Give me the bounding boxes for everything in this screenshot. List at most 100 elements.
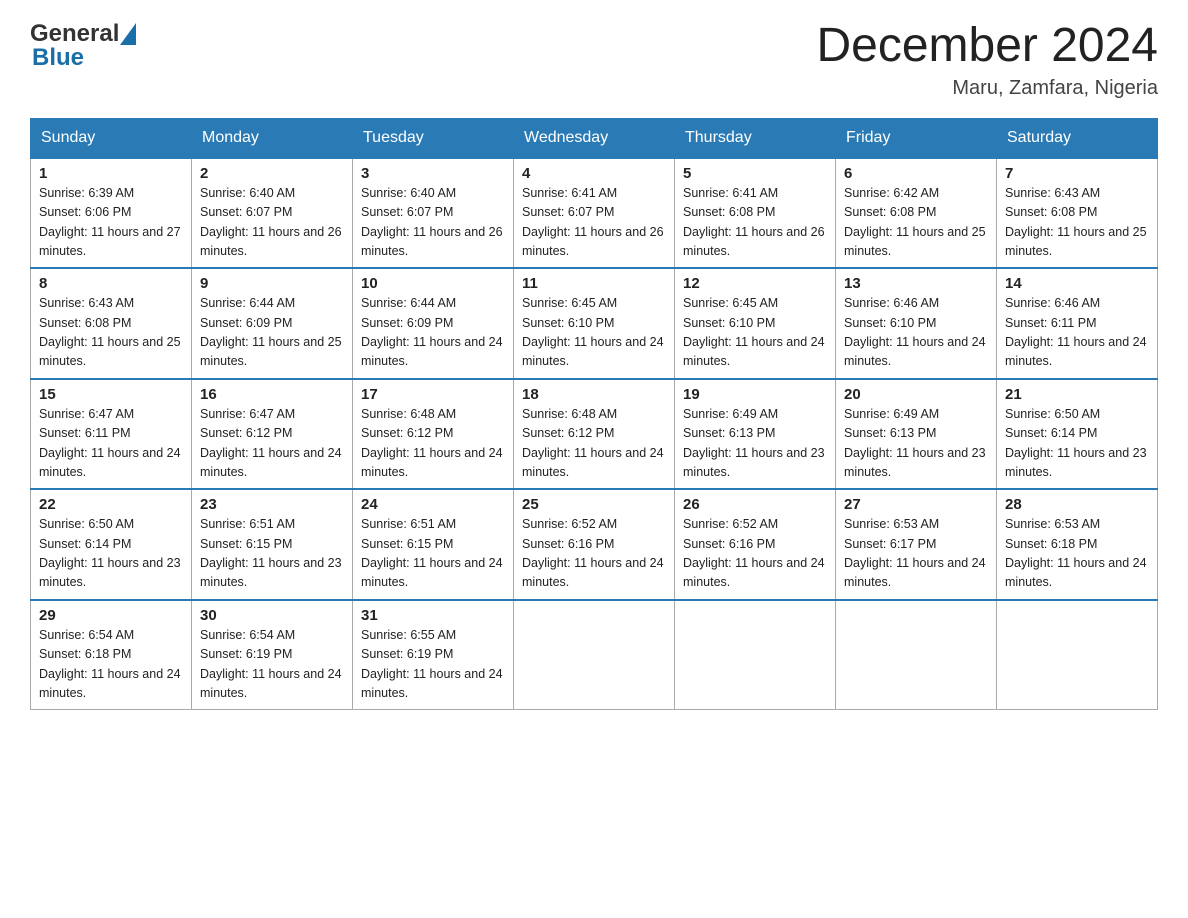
- day-number: 22: [39, 496, 183, 513]
- calendar-day-cell: 12 Sunrise: 6:45 AMSunset: 6:10 PMDaylig…: [675, 268, 836, 379]
- day-info: Sunrise: 6:39 AMSunset: 6:06 PMDaylight:…: [39, 186, 181, 258]
- calendar-day-cell: [675, 600, 836, 710]
- day-number: 6: [844, 165, 988, 182]
- day-info: Sunrise: 6:44 AMSunset: 6:09 PMDaylight:…: [361, 296, 503, 368]
- day-info: Sunrise: 6:44 AMSunset: 6:09 PMDaylight:…: [200, 296, 342, 368]
- calendar-day-cell: [836, 600, 997, 710]
- calendar-day-cell: 30 Sunrise: 6:54 AMSunset: 6:19 PMDaylig…: [192, 600, 353, 710]
- day-number: 7: [1005, 165, 1149, 182]
- calendar-day-cell: 11 Sunrise: 6:45 AMSunset: 6:10 PMDaylig…: [514, 268, 675, 379]
- calendar-day-cell: 13 Sunrise: 6:46 AMSunset: 6:10 PMDaylig…: [836, 268, 997, 379]
- day-of-week-header: Sunday: [31, 118, 192, 158]
- day-info: Sunrise: 6:55 AMSunset: 6:19 PMDaylight:…: [361, 628, 503, 700]
- calendar-week-row: 1 Sunrise: 6:39 AMSunset: 6:06 PMDayligh…: [31, 158, 1158, 269]
- day-number: 16: [200, 386, 344, 403]
- day-number: 30: [200, 607, 344, 624]
- day-of-week-header: Saturday: [997, 118, 1158, 158]
- day-info: Sunrise: 6:47 AMSunset: 6:11 PMDaylight:…: [39, 407, 181, 479]
- calendar-day-cell: 15 Sunrise: 6:47 AMSunset: 6:11 PMDaylig…: [31, 379, 192, 490]
- day-number: 17: [361, 386, 505, 403]
- day-number: 23: [200, 496, 344, 513]
- day-number: 4: [522, 165, 666, 182]
- day-info: Sunrise: 6:46 AMSunset: 6:11 PMDaylight:…: [1005, 296, 1147, 368]
- calendar-day-cell: 19 Sunrise: 6:49 AMSunset: 6:13 PMDaylig…: [675, 379, 836, 490]
- calendar-day-cell: 22 Sunrise: 6:50 AMSunset: 6:14 PMDaylig…: [31, 489, 192, 600]
- day-of-week-header: Thursday: [675, 118, 836, 158]
- day-number: 27: [844, 496, 988, 513]
- logo-arrow-icon: [120, 23, 136, 45]
- day-info: Sunrise: 6:48 AMSunset: 6:12 PMDaylight:…: [361, 407, 503, 479]
- day-info: Sunrise: 6:49 AMSunset: 6:13 PMDaylight:…: [683, 407, 825, 479]
- day-number: 10: [361, 275, 505, 292]
- day-info: Sunrise: 6:41 AMSunset: 6:07 PMDaylight:…: [522, 186, 664, 258]
- day-info: Sunrise: 6:50 AMSunset: 6:14 PMDaylight:…: [1005, 407, 1147, 479]
- calendar-day-cell: 6 Sunrise: 6:42 AMSunset: 6:08 PMDayligh…: [836, 158, 997, 269]
- day-number: 28: [1005, 496, 1149, 513]
- day-info: Sunrise: 6:47 AMSunset: 6:12 PMDaylight:…: [200, 407, 342, 479]
- day-info: Sunrise: 6:52 AMSunset: 6:16 PMDaylight:…: [683, 517, 825, 589]
- day-of-week-header: Monday: [192, 118, 353, 158]
- calendar-day-cell: 27 Sunrise: 6:53 AMSunset: 6:17 PMDaylig…: [836, 489, 997, 600]
- day-number: 12: [683, 275, 827, 292]
- calendar-day-cell: 14 Sunrise: 6:46 AMSunset: 6:11 PMDaylig…: [997, 268, 1158, 379]
- calendar-title-block: December 2024 Maru, Zamfara, Nigeria: [816, 20, 1158, 100]
- calendar-day-cell: 1 Sunrise: 6:39 AMSunset: 6:06 PMDayligh…: [31, 158, 192, 269]
- calendar-day-cell: 20 Sunrise: 6:49 AMSunset: 6:13 PMDaylig…: [836, 379, 997, 490]
- day-info: Sunrise: 6:46 AMSunset: 6:10 PMDaylight:…: [844, 296, 986, 368]
- day-info: Sunrise: 6:43 AMSunset: 6:08 PMDaylight:…: [1005, 186, 1147, 258]
- day-number: 15: [39, 386, 183, 403]
- day-number: 24: [361, 496, 505, 513]
- day-info: Sunrise: 6:51 AMSunset: 6:15 PMDaylight:…: [361, 517, 503, 589]
- day-info: Sunrise: 6:54 AMSunset: 6:19 PMDaylight:…: [200, 628, 342, 700]
- calendar-day-cell: 16 Sunrise: 6:47 AMSunset: 6:12 PMDaylig…: [192, 379, 353, 490]
- day-info: Sunrise: 6:40 AMSunset: 6:07 PMDaylight:…: [361, 186, 503, 258]
- calendar-day-cell: 18 Sunrise: 6:48 AMSunset: 6:12 PMDaylig…: [514, 379, 675, 490]
- day-number: 9: [200, 275, 344, 292]
- day-number: 2: [200, 165, 344, 182]
- calendar-day-cell: 23 Sunrise: 6:51 AMSunset: 6:15 PMDaylig…: [192, 489, 353, 600]
- day-info: Sunrise: 6:42 AMSunset: 6:08 PMDaylight:…: [844, 186, 986, 258]
- day-info: Sunrise: 6:52 AMSunset: 6:16 PMDaylight:…: [522, 517, 664, 589]
- page-header: General Blue December 2024 Maru, Zamfara…: [30, 20, 1158, 100]
- day-number: 5: [683, 165, 827, 182]
- day-info: Sunrise: 6:54 AMSunset: 6:18 PMDaylight:…: [39, 628, 181, 700]
- calendar-day-cell: 10 Sunrise: 6:44 AMSunset: 6:09 PMDaylig…: [353, 268, 514, 379]
- calendar-day-cell: 31 Sunrise: 6:55 AMSunset: 6:19 PMDaylig…: [353, 600, 514, 710]
- calendar-day-cell: 7 Sunrise: 6:43 AMSunset: 6:08 PMDayligh…: [997, 158, 1158, 269]
- calendar-day-cell: 4 Sunrise: 6:41 AMSunset: 6:07 PMDayligh…: [514, 158, 675, 269]
- calendar-day-cell: 28 Sunrise: 6:53 AMSunset: 6:18 PMDaylig…: [997, 489, 1158, 600]
- calendar-header-row: SundayMondayTuesdayWednesdayThursdayFrid…: [31, 118, 1158, 158]
- day-info: Sunrise: 6:48 AMSunset: 6:12 PMDaylight:…: [522, 407, 664, 479]
- day-number: 26: [683, 496, 827, 513]
- calendar-day-cell: 26 Sunrise: 6:52 AMSunset: 6:16 PMDaylig…: [675, 489, 836, 600]
- calendar-day-cell: 5 Sunrise: 6:41 AMSunset: 6:08 PMDayligh…: [675, 158, 836, 269]
- calendar-day-cell: 24 Sunrise: 6:51 AMSunset: 6:15 PMDaylig…: [353, 489, 514, 600]
- calendar-day-cell: 8 Sunrise: 6:43 AMSunset: 6:08 PMDayligh…: [31, 268, 192, 379]
- day-number: 13: [844, 275, 988, 292]
- location-subtitle: Maru, Zamfara, Nigeria: [816, 77, 1158, 100]
- calendar-day-cell: 3 Sunrise: 6:40 AMSunset: 6:07 PMDayligh…: [353, 158, 514, 269]
- day-number: 25: [522, 496, 666, 513]
- day-info: Sunrise: 6:43 AMSunset: 6:08 PMDaylight:…: [39, 296, 181, 368]
- day-of-week-header: Wednesday: [514, 118, 675, 158]
- day-number: 14: [1005, 275, 1149, 292]
- day-info: Sunrise: 6:45 AMSunset: 6:10 PMDaylight:…: [522, 296, 664, 368]
- calendar-day-cell: 21 Sunrise: 6:50 AMSunset: 6:14 PMDaylig…: [997, 379, 1158, 490]
- calendar-day-cell: 9 Sunrise: 6:44 AMSunset: 6:09 PMDayligh…: [192, 268, 353, 379]
- day-info: Sunrise: 6:45 AMSunset: 6:10 PMDaylight:…: [683, 296, 825, 368]
- day-number: 19: [683, 386, 827, 403]
- calendar-day-cell: 29 Sunrise: 6:54 AMSunset: 6:18 PMDaylig…: [31, 600, 192, 710]
- month-year-title: December 2024: [816, 20, 1158, 73]
- day-number: 11: [522, 275, 666, 292]
- day-number: 21: [1005, 386, 1149, 403]
- day-of-week-header: Tuesday: [353, 118, 514, 158]
- day-info: Sunrise: 6:41 AMSunset: 6:08 PMDaylight:…: [683, 186, 825, 258]
- day-number: 18: [522, 386, 666, 403]
- day-number: 31: [361, 607, 505, 624]
- logo: General Blue: [30, 20, 136, 72]
- calendar-day-cell: 2 Sunrise: 6:40 AMSunset: 6:07 PMDayligh…: [192, 158, 353, 269]
- calendar-week-row: 8 Sunrise: 6:43 AMSunset: 6:08 PMDayligh…: [31, 268, 1158, 379]
- day-number: 3: [361, 165, 505, 182]
- day-of-week-header: Friday: [836, 118, 997, 158]
- logo-blue-text: Blue: [32, 44, 84, 72]
